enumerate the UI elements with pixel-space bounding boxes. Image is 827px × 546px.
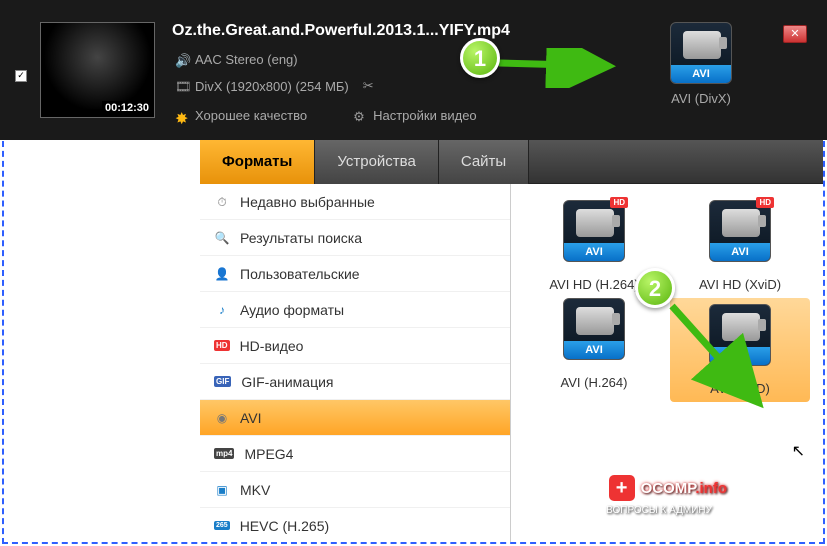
mp4-icon: mp4: [214, 448, 234, 459]
tab-bar: Форматы Устройства Сайты: [200, 140, 823, 184]
format-icon: HDAVI: [563, 200, 625, 262]
video-info: DivX (1920x800) (254 МБ): [195, 79, 349, 94]
star-icon: ✸: [175, 109, 189, 123]
cursor-icon: ↖: [792, 441, 805, 461]
format-option[interactable]: AVI AVI (H.264): [524, 298, 664, 402]
callout-1: 1: [460, 38, 500, 78]
category-icon: 🔍: [214, 230, 230, 246]
sidebar-item[interactable]: ⏱ Недавно выбранные: [200, 184, 510, 220]
hd-badge: HD: [756, 197, 774, 208]
tab-sites[interactable]: Сайты: [439, 140, 529, 184]
format-caption: AVI (H.264): [524, 375, 664, 390]
sidebar-label: MKV: [240, 482, 270, 498]
category-icon: ⏱: [214, 194, 230, 210]
file-name: Oz.the.Great.and.Powerful.2013.1...YIFY.…: [172, 22, 510, 40]
preset-caption: AVI (DivX): [670, 91, 732, 106]
sidebar-label: HEVC (H.265): [240, 518, 329, 534]
format-icon: AVI: [563, 298, 625, 360]
sidebar-label: Аудио форматы: [240, 302, 344, 318]
format-icon-avi: AVI: [670, 22, 732, 84]
sidebar-item[interactable]: ◉ AVI: [200, 400, 510, 436]
sidebar-item[interactable]: ♪ Аудио форматы: [200, 292, 510, 328]
settings-link[interactable]: Настройки видео: [373, 108, 477, 123]
category-sidebar: ⏱ Недавно выбранные 🔍 Результаты поиска 👤 Пол…: [200, 184, 511, 542]
tab-formats[interactable]: Форматы: [200, 140, 315, 184]
sidebar-label: Результаты поиска: [240, 230, 362, 246]
item-checkbox[interactable]: ✓: [15, 70, 27, 82]
watermark-sub: ВОПРОСЫ К АДМИНУ: [606, 505, 712, 516]
sidebar-item[interactable]: ▣ MKV: [200, 472, 510, 508]
format-option[interactable]: HDAVI AVI HD (XviD): [670, 200, 810, 292]
film-icon: 🎞: [175, 79, 189, 93]
arrow-2: [664, 298, 784, 428]
sidebar-label: Недавно выбранные: [240, 194, 375, 210]
header-panel: ✓ 00:12:30 Oz.the.Great.and.Powerful.201…: [0, 0, 827, 140]
scissors-icon[interactable]: ✂: [363, 78, 374, 94]
tab-devices[interactable]: Устройства: [315, 140, 438, 184]
hd-badge: HD: [610, 197, 628, 208]
watermark-icon: +: [609, 475, 635, 501]
callout-2: 2: [635, 268, 675, 308]
close-button[interactable]: ✕: [783, 25, 807, 43]
category-icon: 👤: [214, 266, 230, 282]
sidebar-label: GIF-анимация: [241, 374, 333, 390]
speaker-icon: 🔊: [175, 53, 189, 67]
quality-label: Хорошее качество: [195, 108, 307, 123]
sidebar-label: Пользовательские: [240, 266, 360, 282]
sidebar-item[interactable]: 265 HEVC (H.265): [200, 508, 510, 542]
timestamp: 00:12:30: [102, 101, 152, 115]
category-icon: ♪: [214, 302, 230, 318]
category-icon: ◉: [214, 410, 230, 426]
gear-icon[interactable]: ⚙: [353, 109, 367, 123]
arrow-1: [494, 48, 624, 88]
format-caption: AVI HD (XviD): [670, 277, 810, 292]
sidebar-item[interactable]: mp4 MPEG4: [200, 436, 510, 472]
format-icon: HDAVI: [709, 200, 771, 262]
h265-icon: 265: [214, 521, 230, 530]
sidebar-label: HD-видео: [240, 338, 304, 354]
audio-info: AAC Stereo (eng): [195, 52, 298, 67]
category-icon: ▣: [214, 482, 230, 498]
sidebar-item[interactable]: GIF GIF-анимация: [200, 364, 510, 400]
sidebar-label: MPEG4: [244, 446, 293, 462]
sidebar-item[interactable]: HD HD-видео: [200, 328, 510, 364]
sidebar-item[interactable]: 🔍 Результаты поиска: [200, 220, 510, 256]
video-thumbnail[interactable]: 00:12:30: [40, 22, 155, 118]
hd-icon: HD: [214, 340, 230, 351]
sidebar-label: AVI: [240, 410, 262, 426]
watermark: + OCOMP.info: [609, 475, 727, 501]
current-preset[interactable]: AVI AVI (DivX): [670, 22, 732, 106]
sidebar-item[interactable]: 👤 Пользовательские: [200, 256, 510, 292]
gif-icon: GIF: [214, 376, 231, 387]
